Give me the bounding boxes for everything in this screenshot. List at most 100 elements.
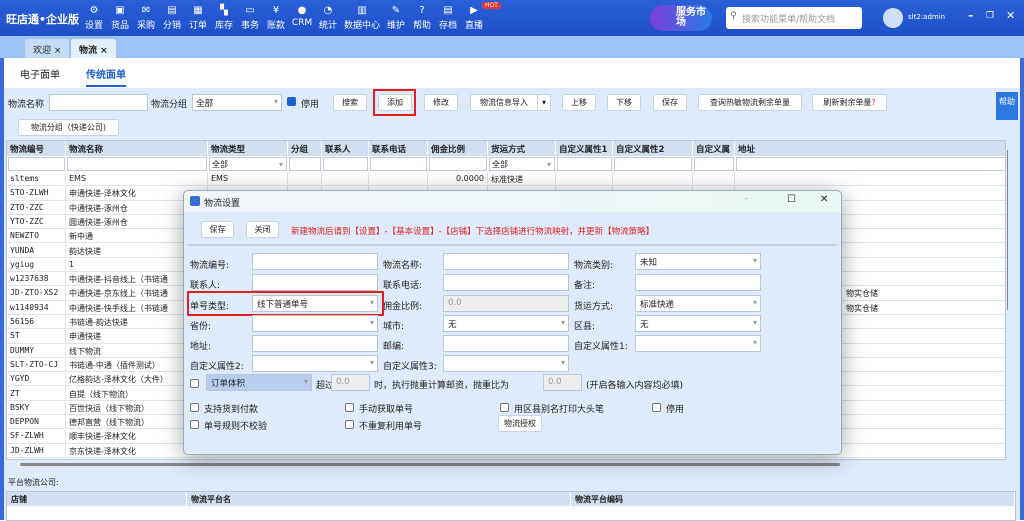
horizontal-scrollbar[interactable] (20, 463, 840, 466)
column-filter[interactable]: 全部 (209, 157, 287, 171)
nav-item-5[interactable]: ▚ 库存 (212, 4, 236, 31)
nav-item-13[interactable]: ▤ 存档 (436, 4, 460, 31)
vertical-scrollbar[interactable] (1007, 150, 1015, 310)
name-input[interactable] (49, 94, 148, 111)
close-icon[interactable]: × (100, 46, 108, 56)
save-button[interactable]: 保存 (653, 94, 687, 111)
subtab-traditional[interactable]: 传统面单 (86, 66, 126, 87)
column-header[interactable]: 自定义属性1 (556, 141, 613, 156)
subtab-electronic[interactable]: 电子面单 (20, 66, 60, 81)
province-select[interactable] (252, 315, 378, 332)
column-header[interactable]: 分组 (288, 141, 322, 156)
column-header[interactable]: 地址 (735, 141, 1005, 156)
category-select[interactable]: 未知 (635, 253, 761, 270)
restore-icon[interactable]: ❐ (986, 11, 994, 21)
import-button[interactable]: 物流信息导入 (470, 94, 538, 111)
help-question-icon[interactable]: ? (871, 98, 875, 107)
nav-item-12[interactable]: ? 帮助 (410, 4, 434, 31)
nav-item-10[interactable]: ▥ 数据中心 (342, 4, 382, 31)
code-input[interactable] (252, 253, 378, 270)
avatar[interactable] (883, 8, 903, 28)
name-input[interactable] (443, 253, 569, 270)
menu-search-input[interactable]: ⚲ 搜索功能菜单/帮助文档 (726, 7, 862, 29)
nav-item-2[interactable]: ✉ 采购 (134, 4, 158, 31)
column-header[interactable]: 自定义属性2 (613, 141, 693, 156)
column-filter[interactable] (8, 157, 65, 171)
nav-item-9[interactable]: ◔ 统计 (316, 4, 340, 31)
phone-input[interactable] (443, 274, 569, 291)
table-cell: JD-ZLWH (7, 443, 66, 458)
column-filter[interactable] (370, 157, 427, 171)
tab-logistics[interactable]: 物流 × (71, 39, 116, 58)
address-input[interactable] (252, 335, 378, 352)
service-market-button[interactable]: 服务市场 (650, 5, 712, 31)
district-select[interactable]: 无 (635, 315, 761, 332)
volume-select[interactable]: 订单体积 (206, 374, 312, 391)
close-icon[interactable]: × (54, 46, 62, 56)
move-up-button[interactable]: 上移 (562, 94, 596, 111)
attr1-select[interactable] (635, 335, 761, 352)
import-dropdown-icon[interactable]: ▾ (537, 94, 551, 111)
dialog-save-button[interactable]: 保存 (201, 221, 234, 238)
nav-item-8[interactable]: ● CRM (290, 4, 314, 28)
column-filter[interactable] (323, 157, 368, 171)
nav-item-6[interactable]: ▭ 事务 (238, 4, 262, 31)
column-filter[interactable] (557, 157, 612, 171)
column-filter[interactable] (614, 157, 692, 171)
column-header[interactable]: 物流编号 (7, 141, 66, 156)
minimize-icon[interactable]: – (744, 194, 749, 204)
column-header[interactable]: 佣金比例 (428, 141, 488, 156)
help-button[interactable]: 帮助 (996, 92, 1018, 120)
minimize-icon[interactable]: – (968, 9, 974, 22)
nav-item-11[interactable]: ✎ 维护 (384, 4, 408, 31)
cod-checkbox[interactable] (190, 403, 199, 412)
column-header[interactable]: 联系电话 (369, 141, 428, 156)
nav-item-0[interactable]: ⚙ 设置 (82, 4, 106, 31)
column-header[interactable]: 货运方式 (488, 141, 556, 156)
query-hot-button[interactable]: 查询热敏物流剩余单量 (698, 94, 802, 111)
ship-method-select[interactable]: 标准快递 (635, 295, 761, 312)
disable-checkbox[interactable] (652, 403, 661, 412)
manual-checkbox[interactable] (345, 403, 354, 412)
column-filter[interactable] (289, 157, 321, 171)
table-cell: YTO-ZZC (7, 214, 66, 229)
close-icon[interactable]: ✕ (1006, 9, 1015, 22)
volume-checkbox[interactable] (190, 379, 199, 388)
no_reuse-checkbox[interactable] (345, 420, 354, 429)
column-header[interactable]: 物流类型 (208, 141, 288, 156)
dialog-close-button[interactable]: 关闭 (246, 221, 279, 238)
move-down-button[interactable]: 下移 (607, 94, 641, 111)
nav-item-3[interactable]: ▤ 分销 (160, 4, 184, 31)
logistics-auth-button[interactable]: 物流授权 (498, 415, 542, 432)
edit-button[interactable]: 修改 (424, 94, 458, 111)
user-name[interactable]: slt2:admin (908, 13, 945, 21)
nav-item-7[interactable]: ¥ 账款 (264, 4, 288, 31)
disabled-checkbox[interactable] (287, 97, 296, 106)
column-filter[interactable] (67, 157, 207, 171)
maximize-icon[interactable]: ☐ (787, 194, 796, 205)
refresh-remaining-button[interactable]: 刷新剩余单量? (812, 94, 887, 111)
table-row[interactable]: sltems EMS EMS 0.0000 标准快递 (7, 172, 1005, 187)
close-icon[interactable]: ✕ (820, 194, 828, 205)
attr3-select[interactable] (443, 355, 569, 372)
nav-item-1[interactable]: ▣ 货品 (108, 4, 132, 31)
column-filter[interactable]: 全部 (489, 157, 555, 171)
column-filter[interactable] (694, 157, 734, 171)
contact-input[interactable] (252, 274, 378, 291)
city-select[interactable]: 无 (443, 315, 569, 332)
logistics-group-button[interactable]: 物流分组（快递公司) (18, 119, 119, 136)
remark-input[interactable] (635, 274, 761, 291)
tab-welcome[interactable]: 欢迎 × (25, 39, 70, 58)
nav-item-4[interactable]: ▦ 订单 (186, 4, 210, 31)
column-header[interactable]: 物流名称 (66, 141, 208, 156)
search-button[interactable]: 搜索 (333, 94, 367, 111)
alias-checkbox[interactable] (500, 403, 509, 412)
no_check-checkbox[interactable] (190, 420, 199, 429)
group-select[interactable]: 全部 (192, 94, 282, 111)
zip-input[interactable] (443, 335, 569, 352)
column-header[interactable]: 联系人 (322, 141, 369, 156)
attr2-select[interactable] (252, 355, 378, 372)
column-filter[interactable] (736, 157, 1005, 171)
column-header[interactable]: 自定义属 (693, 141, 735, 156)
column-filter[interactable] (429, 157, 487, 171)
